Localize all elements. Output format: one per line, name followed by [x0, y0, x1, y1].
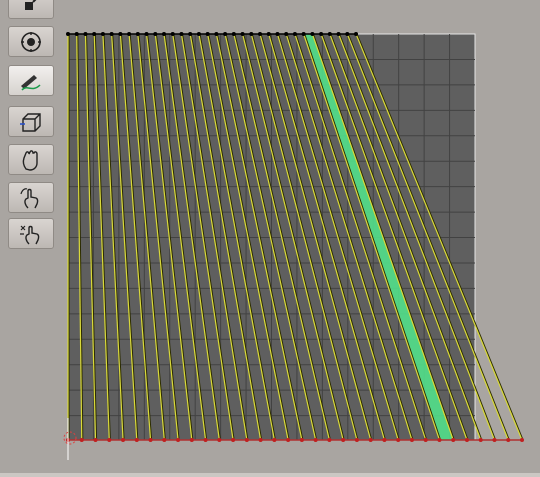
bottom-vertex	[217, 438, 222, 442]
bottom-vertex	[148, 438, 153, 442]
pan-hand-button[interactable]	[8, 144, 54, 175]
top-vertex	[336, 32, 341, 36]
top-vertex	[354, 32, 358, 36]
pan-hand-icon	[22, 149, 38, 171]
box-select-button[interactable]	[8, 106, 54, 137]
bottom-vertex	[203, 438, 208, 442]
navigation-wheel-button[interactable]	[8, 26, 54, 57]
box-select-icon	[20, 112, 41, 132]
bottom-vertex	[478, 438, 483, 442]
top-vertex	[223, 32, 228, 36]
top-vertex	[345, 32, 350, 36]
bottom-vertex	[464, 438, 469, 442]
bottom-vertex	[451, 438, 456, 442]
bottom-vertex	[354, 438, 359, 442]
top-vertex	[109, 32, 114, 36]
bottom-vertex	[258, 438, 263, 442]
top-vertex	[240, 32, 245, 36]
top-vertex	[249, 32, 254, 36]
top-vertex	[301, 32, 306, 36]
bottom-vertex	[506, 438, 511, 442]
bottom-vertex	[121, 438, 126, 442]
bottom-vertex	[134, 438, 139, 442]
top-vertex	[327, 32, 332, 36]
3d-viewport[interactable]	[6, 0, 540, 477]
bottom-vertex	[189, 438, 194, 442]
bottom-vertex	[492, 438, 497, 442]
bottom-vertex	[286, 438, 291, 442]
top-vertex	[118, 32, 123, 36]
top-vertex	[83, 32, 88, 36]
bottom-vertex	[162, 438, 167, 442]
bottom-vertex	[520, 438, 524, 442]
rotate-hand-icon	[20, 187, 39, 208]
bottom-vertex	[368, 438, 373, 442]
viewport-toggle-button[interactable]	[8, 0, 54, 19]
top-vertex	[214, 32, 219, 36]
bottom-vertex	[176, 438, 181, 442]
bottom-vertex	[437, 438, 442, 442]
bottom-vertex	[231, 438, 236, 442]
top-vertex	[66, 32, 70, 36]
top-vertex	[170, 32, 175, 36]
top-vertex	[292, 32, 297, 36]
bottom-vertex	[341, 438, 346, 442]
zoom-hand-icon	[20, 225, 40, 244]
top-vertex	[205, 32, 210, 36]
rotate-hand-button[interactable]	[8, 182, 54, 213]
status-strip	[0, 473, 540, 477]
top-vertex	[275, 32, 280, 36]
bottom-vertex	[107, 438, 112, 442]
bottom-vertex	[313, 438, 318, 442]
top-vertex	[92, 32, 97, 36]
navigation-wheel-icon	[21, 31, 41, 52]
zoom-hand-button[interactable]	[8, 218, 54, 249]
top-vertex	[74, 32, 79, 36]
top-vertex	[127, 32, 132, 36]
bottom-vertex	[396, 438, 401, 442]
top-vertex	[258, 32, 262, 36]
viewport-toggle-icon	[25, 0, 36, 10]
bottom-vertex	[299, 438, 304, 442]
top-vertex	[179, 32, 184, 36]
bottom-vertex	[327, 438, 332, 442]
bottom-vertex	[423, 438, 428, 442]
top-vertex	[231, 32, 236, 36]
top-vertex	[196, 32, 201, 36]
bottom-vertex	[382, 438, 387, 442]
top-vertex	[188, 32, 193, 36]
top-vertex	[266, 32, 271, 36]
draw-curve-button[interactable]	[8, 65, 54, 96]
bottom-vertex	[244, 438, 249, 442]
top-vertex	[162, 32, 166, 36]
bottom-vertex	[409, 438, 414, 442]
top-vertex	[284, 32, 289, 36]
draw-curve-icon	[21, 74, 41, 91]
top-vertex	[100, 32, 105, 36]
bottom-vertex	[93, 438, 98, 442]
top-vertex	[144, 32, 149, 36]
bottom-vertex	[79, 438, 84, 442]
top-vertex	[135, 32, 140, 36]
top-vertex	[319, 32, 324, 36]
top-vertex	[310, 32, 315, 36]
viewport-canvas[interactable]	[6, 0, 540, 477]
top-vertex	[153, 32, 158, 36]
bottom-vertex	[272, 438, 277, 442]
